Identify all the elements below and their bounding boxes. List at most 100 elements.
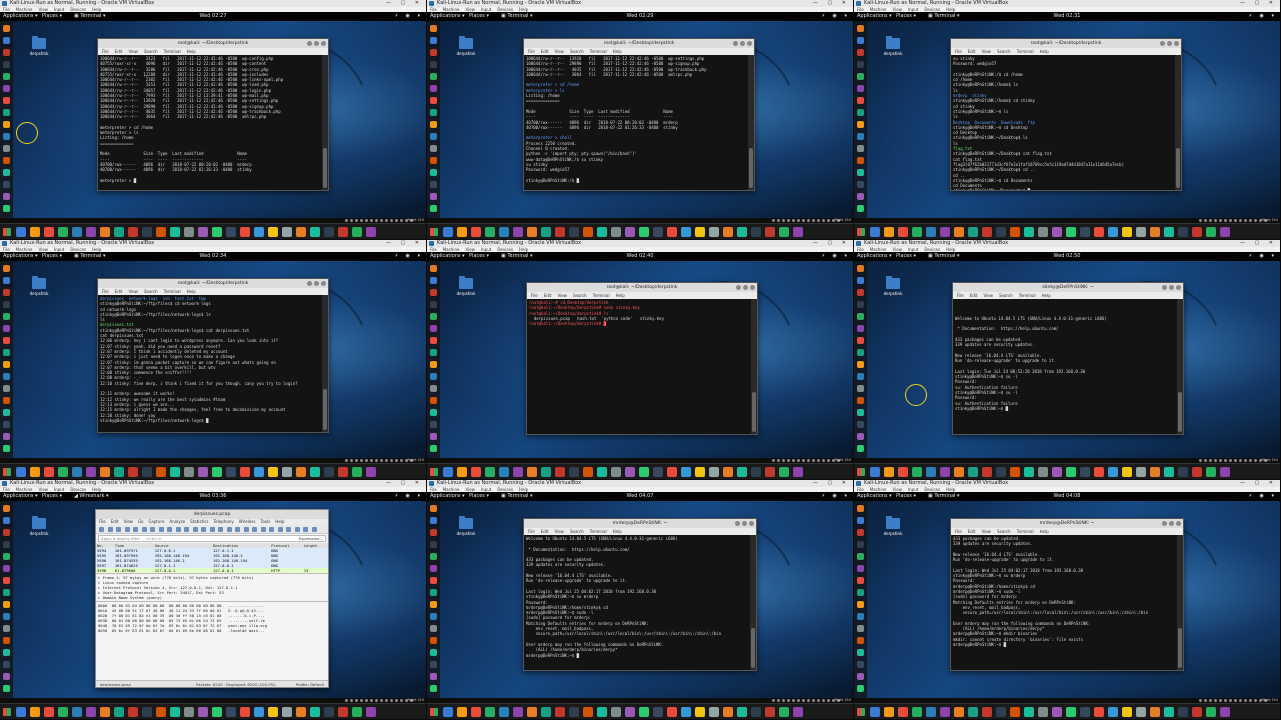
taskbar-app-icon[interactable] bbox=[1150, 227, 1160, 237]
terminal-menu-item[interactable]: View bbox=[983, 293, 993, 298]
minimize-button[interactable] bbox=[1162, 285, 1167, 290]
vm-status-icon[interactable] bbox=[380, 219, 383, 222]
vm-status-icon[interactable] bbox=[1214, 219, 1217, 222]
dock-app-icon[interactable] bbox=[430, 37, 437, 44]
taskbar-app-icon[interactable] bbox=[471, 467, 481, 477]
taskbar-app-icon[interactable] bbox=[30, 467, 40, 477]
taskbar-app-icon[interactable] bbox=[338, 467, 348, 477]
desktop-folder[interactable]: derpstink bbox=[882, 516, 904, 536]
dock-app-icon[interactable] bbox=[430, 265, 437, 272]
taskbar-app-icon[interactable] bbox=[569, 227, 579, 237]
vm-status-icon[interactable] bbox=[1239, 699, 1242, 702]
terminal-window[interactable]: root@kali: ~/Desktop/derpstink File Edit Vi… bbox=[97, 278, 329, 433]
taskbar-app-icon[interactable] bbox=[114, 467, 124, 477]
vm-status-icon[interactable] bbox=[1219, 459, 1222, 462]
taskbar-app-icon[interactable] bbox=[541, 467, 551, 477]
vm-status-icon[interactable] bbox=[395, 459, 398, 462]
taskbar-app-icon[interactable] bbox=[1150, 707, 1160, 717]
vm-status-icon[interactable] bbox=[395, 219, 398, 222]
dock-app-icon[interactable] bbox=[857, 193, 864, 200]
terminal-menu-item[interactable]: Search bbox=[570, 49, 584, 54]
vm-status-icon[interactable] bbox=[350, 459, 353, 462]
places-menu[interactable]: Places ▾ bbox=[896, 252, 916, 261]
packet-list[interactable]: No. Time Source Destination Protocol Length 55… bbox=[96, 543, 328, 573]
vm-status-icon[interactable] bbox=[380, 699, 383, 702]
taskbar-app-icon[interactable] bbox=[184, 227, 194, 237]
dock-app-icon[interactable] bbox=[430, 325, 437, 332]
dock-app-icon[interactable] bbox=[430, 637, 437, 644]
taskbar-app-icon[interactable] bbox=[765, 467, 775, 477]
system-tray[interactable]: ⚡ ◉ ▾ bbox=[1248, 252, 1277, 261]
vm-status-icon[interactable] bbox=[345, 459, 348, 462]
dock-app-icon[interactable] bbox=[3, 61, 10, 68]
terminal-window[interactable]: mrderp@DeRPnStiNK: ~ File Edit View Search Te… bbox=[523, 518, 757, 671]
taskbar-app-icon[interactable] bbox=[555, 707, 565, 717]
clock[interactable]: Wed 04:07 bbox=[427, 492, 853, 501]
dock-app-icon[interactable] bbox=[857, 181, 864, 188]
vm-status-icon[interactable] bbox=[370, 219, 373, 222]
dock-app-icon[interactable] bbox=[430, 49, 437, 56]
terminal-app-menu[interactable]: ▣ Terminal ▾ bbox=[928, 492, 960, 501]
wireshark-menu-item[interactable]: File bbox=[99, 519, 106, 524]
terminal-menu-item[interactable]: Search bbox=[997, 49, 1011, 54]
vm-status-icon[interactable] bbox=[807, 699, 810, 702]
toolbar-icon[interactable] bbox=[184, 527, 189, 532]
toolbar-icon[interactable] bbox=[107, 527, 113, 532]
taskbar-app-icon[interactable] bbox=[1192, 467, 1202, 477]
dock-app-icon[interactable] bbox=[430, 301, 437, 308]
vm-status-icon[interactable] bbox=[782, 699, 785, 702]
applications-menu[interactable]: Applications ▾ bbox=[857, 492, 892, 501]
dock-app-icon[interactable] bbox=[3, 49, 10, 56]
minimize-button[interactable] bbox=[307, 41, 312, 46]
taskbar-app-icon[interactable] bbox=[58, 467, 68, 477]
vm-status-icon[interactable] bbox=[380, 459, 383, 462]
taskbar-app-icon[interactable] bbox=[954, 227, 964, 237]
toolbar-icon[interactable] bbox=[201, 527, 206, 532]
vm-status-icon[interactable] bbox=[1234, 219, 1237, 222]
taskbar-app-icon[interactable] bbox=[184, 467, 194, 477]
terminal-menu-item[interactable]: File bbox=[102, 289, 109, 294]
dock-app-icon[interactable] bbox=[430, 505, 437, 512]
taskbar-app-icon[interactable] bbox=[296, 227, 306, 237]
taskbar-app-icon[interactable] bbox=[709, 707, 719, 717]
taskbar-app-icon[interactable] bbox=[198, 707, 208, 717]
taskbar-app-icon[interactable] bbox=[457, 227, 467, 237]
dock-app-icon[interactable] bbox=[3, 361, 10, 368]
taskbar-app-icon[interactable] bbox=[940, 467, 950, 477]
wireshark-menu-item[interactable]: Analyze bbox=[169, 519, 185, 524]
taskbar-app-icon[interactable] bbox=[1080, 227, 1090, 237]
dock-app-icon[interactable] bbox=[857, 649, 864, 656]
vm-status-icon[interactable] bbox=[1199, 459, 1202, 462]
taskbar-app-icon[interactable] bbox=[86, 707, 96, 717]
vm-status-icon[interactable] bbox=[370, 459, 373, 462]
taskbar-app-icon[interactable] bbox=[156, 707, 166, 717]
dock-app-icon[interactable] bbox=[430, 613, 437, 620]
taskbar-app-icon[interactable] bbox=[898, 227, 908, 237]
taskbar-app-icon[interactable] bbox=[569, 467, 579, 477]
toolbar-icon[interactable] bbox=[243, 527, 249, 532]
dock-app-icon[interactable] bbox=[857, 421, 864, 428]
taskbar-app-icon[interactable] bbox=[457, 707, 467, 717]
dock-app-icon[interactable] bbox=[430, 25, 437, 32]
taskbar-app-icon[interactable] bbox=[870, 467, 880, 477]
vm-status-icon[interactable] bbox=[350, 699, 353, 702]
terminal-app-menu[interactable]: ▣ Terminal ▾ bbox=[501, 492, 533, 501]
dock-app-icon[interactable] bbox=[857, 37, 864, 44]
dock-app-icon[interactable] bbox=[430, 289, 437, 296]
vm-status-icon[interactable] bbox=[355, 459, 358, 462]
taskbar-app-icon[interactable] bbox=[128, 227, 138, 237]
clock[interactable]: Wed 02:29 bbox=[427, 12, 853, 21]
clock[interactable]: Wed 02:34 bbox=[0, 252, 426, 261]
terminal-menu-item[interactable]: Edit bbox=[544, 293, 552, 298]
taskbar-app-icon[interactable] bbox=[282, 227, 292, 237]
taskbar-app-icon[interactable] bbox=[982, 467, 992, 477]
dock-app-icon[interactable] bbox=[857, 301, 864, 308]
taskbar-app-icon[interactable] bbox=[1122, 707, 1132, 717]
terminal-app-menu[interactable]: ▣ Terminal ▾ bbox=[74, 252, 106, 261]
taskbar-app-icon[interactable] bbox=[142, 707, 152, 717]
taskbar-app-icon[interactable] bbox=[254, 227, 264, 237]
start-button[interactable] bbox=[430, 228, 438, 236]
places-menu[interactable]: Places ▾ bbox=[42, 492, 62, 501]
terminal-menu-item[interactable]: Terminal bbox=[1019, 293, 1036, 298]
terminal-menu-item[interactable]: Terminal bbox=[1017, 49, 1034, 54]
